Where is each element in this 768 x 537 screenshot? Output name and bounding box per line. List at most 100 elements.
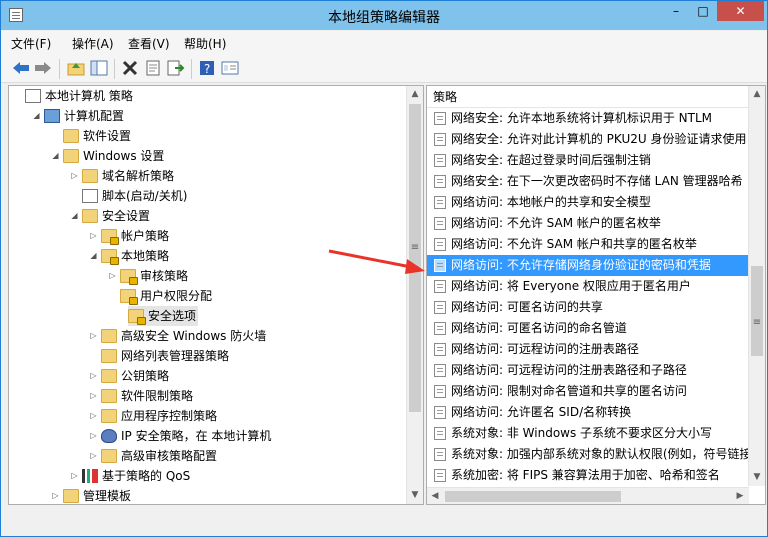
collapsed-icon[interactable]: ▷ — [89, 331, 98, 341]
policy-setting-icon — [434, 322, 446, 335]
policy-row[interactable]: 网络访问: 不允许 SAM 帐户和共享的匿名枚举 — [427, 234, 749, 255]
tree-item-label: 公钥策略 — [121, 369, 170, 383]
policy-row[interactable]: 网络访问: 限制对命名管道和共享的匿名访问 — [427, 381, 749, 402]
collapsed-icon[interactable] — [112, 311, 121, 321]
minimize-button[interactable]: – — [663, 1, 689, 21]
collapsed-icon[interactable]: ▷ — [89, 451, 98, 461]
expanded-icon[interactable]: ◢ — [51, 151, 60, 161]
folder-icon — [101, 249, 119, 265]
scroll-down-icon[interactable]: ▼ — [749, 469, 765, 486]
window-title: 本地组策略编辑器 — [328, 10, 440, 26]
policy-row[interactable]: 网络访问: 不允许 SAM 帐户的匿名枚举 — [427, 213, 749, 234]
list-horizontal-scrollbar[interactable]: ◀ ▶ — [427, 487, 749, 504]
expanded-icon[interactable]: ◢ — [89, 251, 98, 261]
collapsed-icon[interactable]: ▷ — [89, 231, 98, 241]
collapsed-icon[interactable] — [108, 291, 117, 301]
menu-help[interactable]: 帮助(H) — [184, 35, 226, 52]
tree-item-label: 域名解析策略 — [102, 169, 175, 183]
scroll-up-icon[interactable]: ▲ — [407, 86, 423, 103]
policy-list-pane[interactable]: 策略 网络安全: 允许本地系统将计算机标识用于 NTLM 网络安全: 允许对此计算… — [426, 85, 766, 505]
tree-item-label: 网络列表管理器策略 — [121, 349, 230, 363]
menu-action[interactable]: 操作(A) — [72, 35, 114, 52]
menu-bar: 文件(F) 操作(A) 查看(V) 帮助(H) — [1, 31, 767, 53]
policy-row[interactable]: 系统加密: 将 FIPS 兼容算法用于加密、哈希和签名 — [427, 465, 749, 486]
scroll-up-icon[interactable]: ▲ — [749, 86, 765, 103]
delete-icon[interactable] — [120, 58, 140, 78]
policy-row[interactable]: 网络访问: 允许匿名 SID/名称转换 — [427, 402, 749, 423]
tree-item[interactable]: 安全选项 — [128, 306, 198, 326]
properties-icon[interactable] — [143, 58, 163, 78]
export-icon[interactable] — [166, 58, 186, 78]
policy-setting-icon — [434, 406, 446, 419]
scroll-left-icon[interactable]: ◀ — [427, 488, 443, 504]
title-bar[interactable]: 本地组策略编辑器 – □ ✕ — [1, 1, 767, 30]
close-button[interactable]: ✕ — [717, 1, 764, 21]
scroll-right-icon[interactable]: ▶ — [732, 488, 748, 504]
tree-item-label: 用户权限分配 — [140, 289, 213, 303]
tree-item-label: 安全选项 — [148, 309, 197, 323]
scroll-thumb[interactable] — [751, 266, 763, 356]
up-folder-icon[interactable] — [66, 58, 86, 78]
policy-row-label: 网络访问: 不允许 SAM 帐户的匿名枚举 — [451, 216, 661, 230]
tree-vertical-scrollbar[interactable]: ▲ ≡ ▼ — [406, 86, 423, 504]
policy-row[interactable]: 网络访问: 可远程访问的注册表路径 — [427, 339, 749, 360]
collapsed-icon[interactable]: ▷ — [51, 491, 60, 501]
folder-icon — [101, 409, 117, 423]
tree-pane[interactable]: 本地计算机 策略 ◢ 计算机配置 软件设置 ◢ Windows 设置 ▷ 域名解析策略 脚本(启… — [8, 85, 424, 505]
tree-item-label: 软件限制策略 — [121, 389, 194, 403]
tree-item-label: 本地策略 — [121, 249, 170, 263]
folder-icon — [101, 369, 117, 383]
policy-row[interactable]: 网络访问: 可匿名访问的命名管道 — [427, 318, 749, 339]
list-vertical-scrollbar[interactable]: ▲ ≡ ▼ — [748, 86, 765, 486]
toolbar-separator — [114, 59, 115, 79]
forward-icon[interactable] — [33, 58, 53, 78]
view-icon[interactable] — [220, 58, 240, 78]
column-header-policy[interactable]: 策略 — [427, 86, 749, 108]
collapsed-icon[interactable] — [13, 91, 22, 101]
policy-row[interactable]: 网络安全: 允许本地系统将计算机标识用于 NTLM — [427, 108, 749, 129]
show-tree-icon[interactable] — [89, 58, 109, 78]
chart-icon — [82, 469, 98, 483]
collapsed-icon[interactable]: ▷ — [70, 171, 79, 181]
policy-row[interactable]: 网络安全: 在下一次更改密码时不存储 LAN 管理器哈希 — [427, 171, 749, 192]
svg-text:?: ? — [204, 62, 210, 76]
collapsed-icon[interactable] — [70, 191, 79, 201]
collapsed-icon[interactable]: ▷ — [89, 431, 98, 441]
collapsed-icon[interactable]: ▷ — [89, 411, 98, 421]
shield-icon — [101, 429, 117, 443]
collapsed-icon[interactable]: ▷ — [70, 471, 79, 481]
policy-setting-icon — [434, 259, 446, 272]
menu-view[interactable]: 查看(V) — [128, 35, 170, 52]
policy-row-label: 网络访问: 可远程访问的注册表路径 — [451, 342, 639, 356]
doc-icon — [25, 89, 41, 103]
folder-icon — [82, 209, 98, 223]
collapsed-icon[interactable] — [51, 131, 60, 141]
back-icon[interactable] — [11, 58, 31, 78]
policy-row[interactable]: 系统对象: 非 Windows 子系统不要求区分大小写 — [427, 423, 749, 444]
policy-row[interactable]: 网络访问: 本地帐户的共享和安全模型 — [427, 192, 749, 213]
collapsed-icon[interactable]: ▷ — [108, 271, 117, 281]
policy-setting-icon — [434, 301, 446, 314]
policy-row[interactable]: 网络安全: 允许对此计算机的 PKU2U 身份验证请求使用 — [427, 129, 749, 150]
expanded-icon[interactable]: ◢ — [70, 211, 79, 221]
maximize-button[interactable]: □ — [690, 1, 716, 21]
policy-row-label: 网络访问: 可匿名访问的共享 — [451, 300, 603, 314]
help-icon[interactable]: ? — [197, 58, 217, 78]
collapsed-icon[interactable] — [89, 351, 98, 361]
scroll-down-icon[interactable]: ▼ — [407, 487, 423, 504]
policy-row[interactable]: 系统对象: 加强内部系统对象的默认权限(例如，符号链接 — [427, 444, 749, 465]
collapsed-icon[interactable]: ▷ — [89, 391, 98, 401]
policy-setting-icon — [434, 385, 446, 398]
scroll-thumb[interactable] — [445, 491, 621, 502]
policy-row[interactable]: 网络访问: 可远程访问的注册表路径和子路径 — [427, 360, 749, 381]
policy-row[interactable]: 网络安全: 在超过登录时间后强制注销 — [427, 150, 749, 171]
menu-file[interactable]: 文件(F) — [11, 35, 51, 52]
policy-row[interactable]: 网络访问: 将 Everyone 权限应用于匿名用户 — [427, 276, 749, 297]
toolbar-separator — [191, 59, 192, 79]
policy-row[interactable]: 网络访问: 可匿名访问的共享 — [427, 297, 749, 318]
policy-setting-icon — [434, 448, 446, 461]
policy-row[interactable]: 网络访问: 不允许存储网络身份验证的密码和凭据 — [427, 255, 749, 276]
tree-item-label: 本地计算机 策略 — [45, 89, 133, 103]
collapsed-icon[interactable]: ▷ — [89, 371, 98, 381]
expanded-icon[interactable]: ◢ — [32, 111, 41, 121]
